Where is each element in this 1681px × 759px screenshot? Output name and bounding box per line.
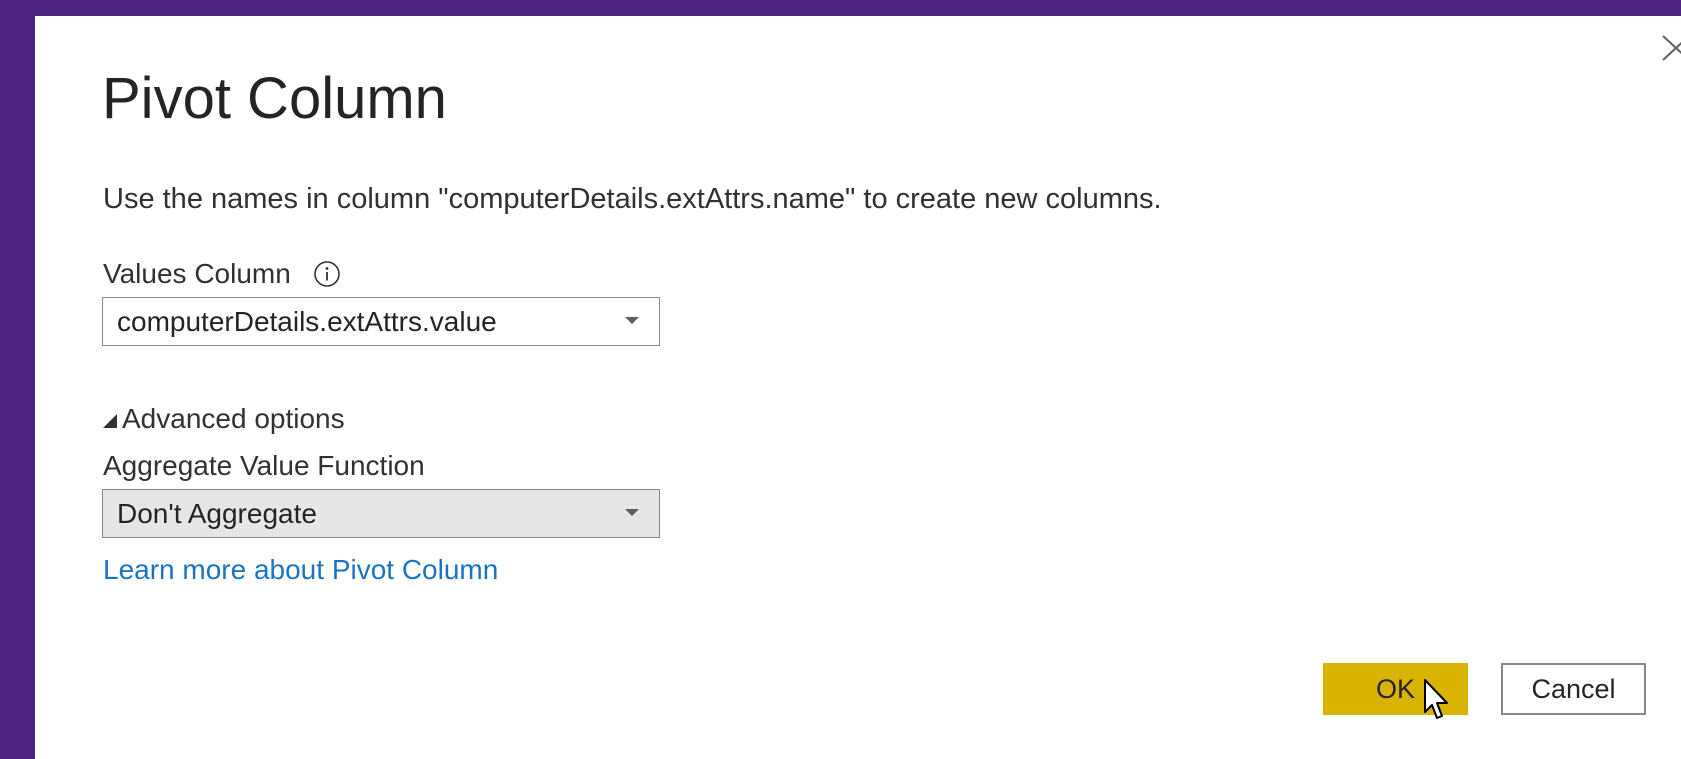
values-column-label: Values Column [103,258,291,289]
info-icon[interactable] [313,260,341,288]
ok-button[interactable]: OK [1323,663,1468,715]
close-button[interactable] [1659,30,1681,66]
aggregate-function-selected: Don't Aggregate [117,497,317,529]
values-column-select[interactable]: computerDetails.extAttrs.value [102,297,660,346]
advanced-options-label: Advanced options [122,403,345,434]
advanced-options-toggle[interactable]: Advanced options [103,403,345,435]
values-column-label-row: Values Column [103,260,341,288]
chevron-down-icon [625,509,639,516]
pivot-column-dialog: Pivot Column Use the names in column "co… [35,16,1681,759]
values-column-selected: computerDetails.extAttrs.value [117,305,497,337]
aggregate-function-select[interactable]: Don't Aggregate [102,489,660,538]
close-icon [1662,35,1681,61]
cancel-button[interactable]: Cancel [1501,663,1646,715]
learn-more-link[interactable]: Learn more about Pivot Column [103,554,498,586]
dialog-description: Use the names in column "computerDetails… [103,183,1162,215]
triangle-expanded-icon [103,414,117,428]
dialog-title: Pivot Column [102,66,447,131]
aggregate-function-label: Aggregate Value Function [103,450,425,481]
chevron-down-icon [625,317,639,324]
